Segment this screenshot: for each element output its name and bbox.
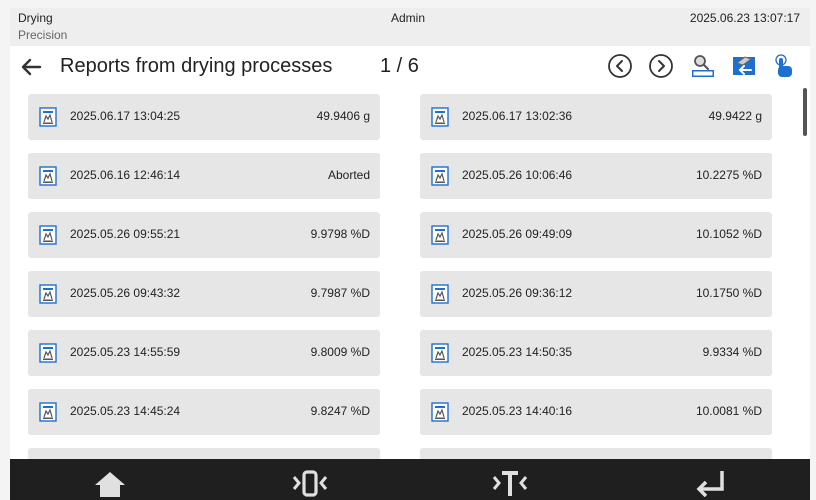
home-button[interactable] xyxy=(10,459,210,500)
report-value: 10.0081 %D xyxy=(695,404,762,418)
zero-button[interactable] xyxy=(210,459,410,500)
report-card[interactable]: 2025.05.23 14:40:16 10.0081 %D xyxy=(420,389,772,435)
report-date: 2025.05.23 14:45:24 xyxy=(70,404,181,418)
report-card[interactable]: 2025.05.26 10:06:46 10.2275 %D xyxy=(420,153,772,199)
report-date: 2025.05.26 10:06:46 xyxy=(462,168,573,182)
datetime-label[interactable]: 2025.06.23 13:07:17 xyxy=(690,11,800,25)
report-value: 10.2275 %D xyxy=(695,168,762,182)
screen: Drying Precision Admin 2025.06.23 13:07:… xyxy=(10,8,810,500)
report-card[interactable]: 2025.05.23 14:45:24 9.8247 %D xyxy=(28,389,380,435)
prev-page-icon[interactable] xyxy=(607,53,633,79)
date-search-icon[interactable] xyxy=(690,53,716,79)
report-value: 49.9406 g xyxy=(316,109,370,123)
report-value: 9.9334 %D xyxy=(702,345,762,359)
report-date: 2025.06.16 12:46:14 xyxy=(70,168,181,182)
title-bar: Reports from drying processes 1 / 6 xyxy=(10,46,810,90)
report-document-icon xyxy=(39,107,57,127)
report-value: 9.8009 %D xyxy=(310,345,370,359)
report-document-icon xyxy=(431,107,449,127)
report-card[interactable]: 2025.05.23 14:50:35 9.9334 %D xyxy=(420,330,772,376)
bottom-toolbar xyxy=(10,459,810,500)
report-document-icon xyxy=(39,343,57,363)
report-card[interactable]: 2025.05.26 09:43:32 9.7987 %D xyxy=(28,271,380,317)
export-usb-icon[interactable] xyxy=(731,53,757,79)
report-document-icon xyxy=(39,166,57,186)
report-date: 2025.05.23 14:50:35 xyxy=(462,345,573,359)
hand-pointer-icon[interactable] xyxy=(772,53,798,79)
report-date: 2025.05.23 14:55:59 xyxy=(70,345,181,359)
report-document-icon xyxy=(39,284,57,304)
report-card[interactable]: 2025.05.23 14:55:59 9.8009 %D xyxy=(28,330,380,376)
mode-sublabel: Precision xyxy=(18,28,68,42)
report-card[interactable]: 2025.06.17 13:02:36 49.9422 g xyxy=(420,94,772,140)
report-date: 2025.05.26 09:55:21 xyxy=(70,227,181,241)
report-value: 9.9798 %D xyxy=(310,227,370,241)
back-arrow-icon[interactable] xyxy=(18,54,44,80)
report-card[interactable]: 2025.06.17 13:04:25 49.9406 g xyxy=(28,94,380,140)
report-card[interactable]: 2025.05.26 09:55:21 9.9798 %D xyxy=(28,212,380,258)
report-document-icon xyxy=(39,225,57,245)
report-value: 10.1052 %D xyxy=(695,227,762,241)
tare-icon xyxy=(492,471,528,496)
report-value: 9.8247 %D xyxy=(310,404,370,418)
report-date: 2025.06.17 13:02:36 xyxy=(462,109,573,123)
report-value: 9.7987 %D xyxy=(310,286,370,300)
report-value: Aborted xyxy=(327,168,370,182)
report-card[interactable]: 2025.06.16 12:46:14 Aborted xyxy=(28,153,380,199)
zero-icon xyxy=(292,470,328,497)
report-value: 10.1750 %D xyxy=(695,286,762,300)
report-document-icon xyxy=(39,402,57,422)
mode-label[interactable]: Drying xyxy=(18,11,53,25)
report-document-icon xyxy=(431,166,449,186)
report-date: 2025.05.23 14:40:16 xyxy=(462,404,573,418)
page-counter: 1 / 6 xyxy=(380,55,419,77)
enter-button[interactable] xyxy=(610,459,810,500)
user-label[interactable]: Admin xyxy=(391,11,425,25)
scrollbar[interactable] xyxy=(803,88,807,136)
report-document-icon xyxy=(431,225,449,245)
report-card[interactable]: 2025.05.26 09:49:09 10.1052 %D xyxy=(420,212,772,258)
report-date: 2025.05.26 09:43:32 xyxy=(70,286,181,300)
report-date: 2025.05.26 09:36:12 xyxy=(462,286,573,300)
page-title: Reports from drying processes xyxy=(60,55,333,77)
report-document-icon xyxy=(431,284,449,304)
report-document-icon xyxy=(431,402,449,422)
tare-button[interactable] xyxy=(410,459,610,500)
report-list: 2025.06.17 13:04:25 49.9406 g 2025.06.17… xyxy=(10,90,800,460)
report-date: 2025.05.26 09:49:09 xyxy=(462,227,573,241)
report-value: 49.9422 g xyxy=(708,109,762,123)
status-header: Drying Precision Admin 2025.06.23 13:07:… xyxy=(10,8,810,46)
enter-icon xyxy=(696,471,724,498)
report-card[interactable]: 2025.05.26 09:36:12 10.1750 %D xyxy=(420,271,772,317)
report-date: 2025.06.17 13:04:25 xyxy=(70,109,181,123)
report-document-icon xyxy=(431,343,449,363)
home-icon xyxy=(95,472,125,497)
next-page-icon[interactable] xyxy=(648,53,674,79)
